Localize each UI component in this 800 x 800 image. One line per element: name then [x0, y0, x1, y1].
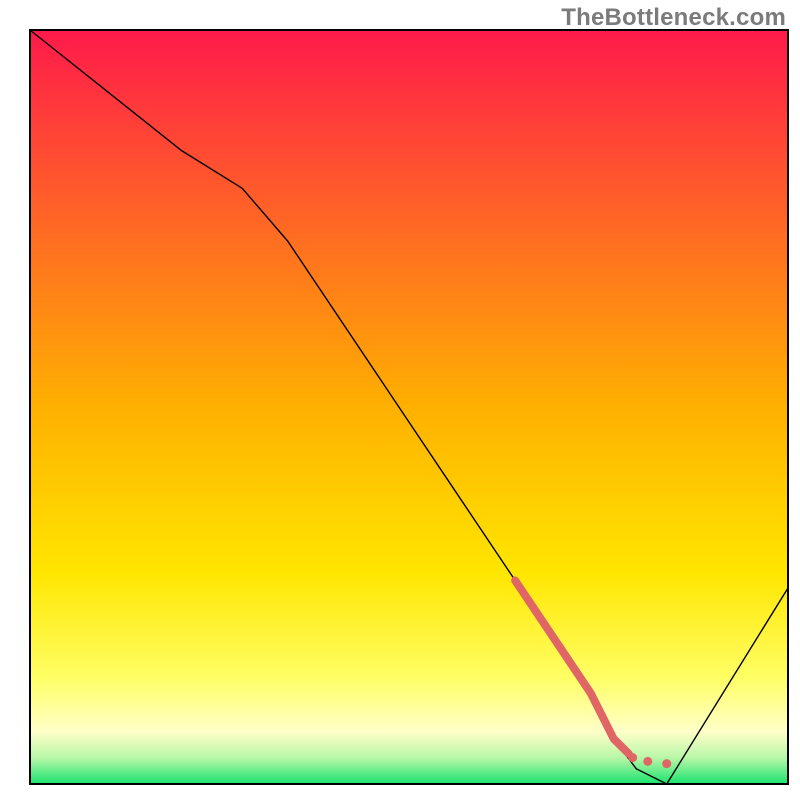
- highlight-dot: [643, 757, 652, 766]
- gradient-background: [30, 30, 788, 784]
- chart-container: TheBottleneck.com: [0, 0, 800, 800]
- bottleneck-chart: [0, 0, 800, 800]
- highlight-dot: [628, 753, 637, 762]
- highlight-dot: [662, 759, 671, 768]
